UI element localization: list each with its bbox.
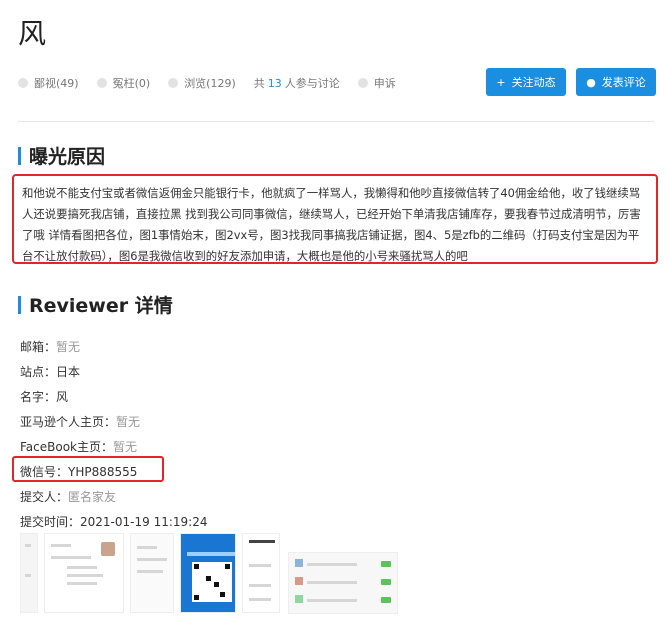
detail-submit-time: 提交时间：2021-01-19 11:19:24 — [20, 515, 208, 529]
plus-icon: + — [496, 75, 506, 89]
evidence-thumbnail-1[interactable] — [20, 533, 38, 613]
speech-bubble-icon: ● — [586, 75, 596, 89]
heading-accent-bar — [18, 146, 21, 165]
appeal-link[interactable]: 申诉 — [357, 75, 396, 91]
evidence-thumbnail-2[interactable] — [44, 533, 124, 613]
despise-count[interactable]: 鄙视(49) — [18, 75, 79, 91]
detail-email: 邮箱：暂无 — [20, 340, 81, 354]
browse-count: 浏览(129) — [168, 75, 236, 91]
section-heading-reviewer: Reviewer 详情 — [18, 291, 173, 318]
thumb-down-icon — [18, 78, 28, 88]
evidence-thumbnail-6[interactable] — [288, 552, 398, 614]
page-title: 风 — [18, 17, 47, 50]
heading-accent-bar — [18, 295, 21, 314]
comment-button[interactable]: ● 发表评论 — [576, 68, 656, 96]
sad-face-icon — [96, 78, 107, 88]
detail-name: 名字：风 — [20, 390, 69, 404]
eye-icon — [168, 78, 179, 88]
evidence-qr-code[interactable] — [180, 533, 236, 613]
section-heading-reason: 曝光原因 — [18, 142, 105, 169]
divider — [18, 121, 654, 122]
follow-button[interactable]: + 关注动态 — [486, 68, 566, 96]
detail-submitter: 提交人：匿名家友 — [20, 490, 117, 504]
evidence-thumbnail-5[interactable] — [242, 533, 280, 613]
detail-site: 站点：日本 — [20, 365, 81, 379]
discussion-count: 共 13 人参与讨论 — [253, 76, 340, 91]
detail-facebook: FaceBook主页：暂无 — [20, 440, 138, 454]
wronged-count[interactable]: 冤枉(0) — [96, 75, 150, 91]
detail-wechat: 微信号：YHP888555 — [20, 465, 138, 479]
exposure-reason-text: 和他说不能支付宝或者微信返佣金只能银行卡，他就疯了一样骂人，我懒得和他吵直接微信… — [12, 174, 658, 264]
post-meta: 鄙视(49) 冤枉(0) 浏览(129) 共 13 人参与讨论 申诉 — [18, 74, 414, 92]
evidence-thumbnail-3[interactable] — [130, 533, 174, 613]
appeal-icon — [357, 78, 368, 88]
detail-amazon: 亚马逊个人主页：暂无 — [20, 415, 141, 429]
